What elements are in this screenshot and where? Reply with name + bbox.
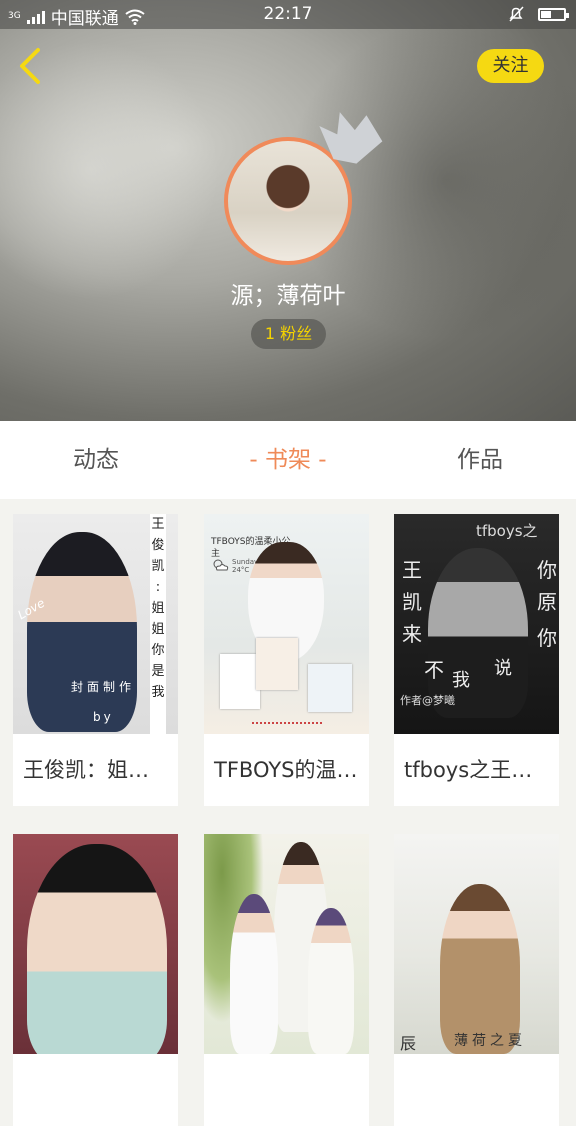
- book-cover: [204, 834, 369, 1054]
- book-title: [394, 1054, 559, 1126]
- status-bar: 3G 中国联通 22:17: [0, 0, 576, 29]
- cover-photo: [220, 654, 260, 709]
- follow-button[interactable]: 关注: [477, 49, 544, 83]
- username: 源；薄荷叶: [230, 283, 346, 309]
- cover-author: by: [93, 710, 114, 724]
- cover-char: 说: [494, 658, 512, 679]
- book-cover: tfboys之 王 凯 来 不 我 你 原 你 说 作者@梦曦: [394, 514, 559, 734]
- cover-char: 你: [537, 558, 557, 582]
- book-title: [204, 1054, 369, 1126]
- profile-tabs: 动态 - 书架 - 作品: [0, 421, 576, 499]
- weather-icon: [213, 559, 229, 571]
- battery-icon: [538, 7, 569, 21]
- back-button[interactable]: [12, 46, 48, 86]
- cover-char: 你: [537, 626, 557, 650]
- book-card[interactable]: TFBOYS的温柔小公 主 Sunday 24°C TFBOYS的温柔小公主: [204, 514, 369, 806]
- book-card[interactable]: [13, 834, 178, 1126]
- cover-char: 王: [402, 558, 422, 582]
- cover-photo: [308, 664, 352, 712]
- cover-decoration: [252, 722, 322, 728]
- book-card[interactable]: 王俊凯:姐姐你是我 Love 封面制作 by 王俊凯：姐姐你是我的: [13, 514, 178, 806]
- cover-title: tfboys之: [476, 522, 538, 540]
- cover-title: 薄荷之夏: [454, 1033, 526, 1049]
- chevron-left-icon: [20, 48, 40, 84]
- tab-bookshelf[interactable]: - 书架 -: [192, 421, 384, 499]
- bookshelf-grid: 王俊凯:姐姐你是我 Love 封面制作 by 王俊凯：姐姐你是我的 TFBOYS…: [0, 499, 576, 1126]
- cover-char: 凯: [402, 590, 422, 614]
- clock: 22:17: [263, 4, 313, 24]
- mute-icon: [509, 6, 524, 22]
- book-cover: TFBOYS的温柔小公 主 Sunday 24°C: [204, 514, 369, 734]
- book-cover: 王俊凯:姐姐你是我 Love 封面制作 by: [13, 514, 178, 734]
- book-title: 王俊凯：姐姐你是我的: [23, 758, 178, 782]
- cover-photo: [256, 638, 298, 690]
- book-card[interactable]: tfboys之 王 凯 来 不 我 你 原 你 说 作者@梦曦 tfboys之王…: [394, 514, 559, 806]
- fans-count-badge[interactable]: 1 粉丝: [251, 319, 326, 349]
- profile-header: 3G 中国联通 22:17 关注 源；薄荷叶 1 粉丝: [0, 0, 576, 421]
- cover-char: 我: [452, 670, 470, 691]
- cover-char: 不: [424, 658, 444, 682]
- cover-char: 原: [537, 590, 557, 614]
- tab-moments[interactable]: 动态: [0, 421, 192, 499]
- cover-vertical-title: 王俊凯:姐姐你是我: [150, 514, 166, 734]
- book-title: TFBOYS的温柔小公主: [214, 758, 369, 782]
- book-title: tfboys之王俊凯你好: [404, 758, 559, 782]
- book-cover: 辰 薄荷之夏: [394, 834, 559, 1054]
- crown-icon: [319, 112, 383, 164]
- cover-char: 来: [402, 622, 422, 646]
- book-title: [13, 1054, 178, 1126]
- cover-caption: 封面制作: [71, 680, 136, 694]
- book-card[interactable]: [204, 834, 369, 1126]
- book-card[interactable]: 辰 薄荷之夏: [394, 834, 559, 1126]
- cover-char: 辰: [400, 1034, 417, 1053]
- tab-works[interactable]: 作品: [384, 421, 576, 499]
- book-cover: [13, 834, 178, 1054]
- cover-caption: 作者@梦曦: [400, 694, 455, 707]
